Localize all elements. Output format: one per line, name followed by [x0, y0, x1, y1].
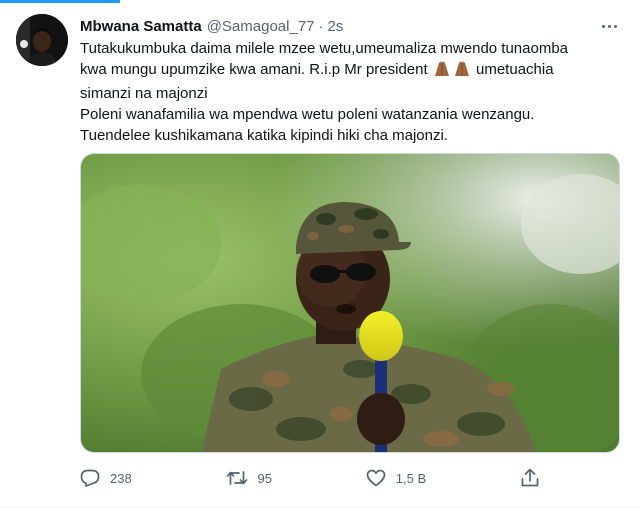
author-name[interactable]: Mbwana Samatta — [80, 18, 202, 35]
tweet-text-line: simanzi na majonzi — [80, 85, 208, 102]
tweet-text: Tutakukumbuka daima milele mzee wetu,ume… — [80, 38, 620, 146]
reply-button[interactable]: 238 — [80, 469, 132, 487]
retweet-button[interactable]: 95 — [226, 469, 272, 487]
tweet-text-segment: kwa mungu upumzike kwa amani. R.i.p Mr p… — [80, 61, 428, 78]
like-count: 1,5 B — [395, 470, 427, 486]
tweet-header: Mbwana Samatta @Samagoal_77 · 2s — [80, 15, 620, 37]
tweet-text-line: Tuendelee kushikamana katika kipindi hik… — [80, 127, 448, 144]
reply-count: 238 — [110, 470, 132, 486]
separator-dot: · — [318, 17, 324, 35]
tweet-text-line: Tutakukumbuka daima milele mzee wetu,ume… — [80, 40, 569, 57]
folded-hands-emoji — [433, 59, 471, 83]
photo-image — [81, 154, 619, 452]
retweet-icon — [226, 471, 247, 485]
retweet-count: 95 — [257, 470, 272, 486]
tweet-photo[interactable] — [80, 153, 620, 453]
author-handle[interactable]: @Samagoal_77 — [207, 18, 315, 35]
tweet-actions: 238 95 1,5 B — [80, 466, 550, 490]
tweet-text-line: Poleni wanafamilia wa mpendwa wetu polen… — [80, 106, 535, 123]
heart-icon — [366, 469, 386, 487]
tweet-text-line: kwa mungu upumzike kwa amani. R.i.p Mr p… — [80, 59, 620, 83]
tweet-card: Mbwana Samatta @Samagoal_77 · 2s Tutakuk… — [0, 0, 640, 508]
tweet-text-segment: umetuachia — [476, 61, 554, 78]
share-button[interactable] — [520, 468, 550, 488]
reply-icon — [80, 469, 100, 487]
share-icon — [521, 468, 539, 487]
tweet-timestamp[interactable]: 2s — [328, 18, 344, 35]
avatar[interactable] — [16, 14, 68, 66]
avatar-image — [16, 14, 68, 66]
more-horizontal-icon[interactable] — [598, 17, 620, 35]
like-button[interactable]: 1,5 B — [366, 469, 426, 487]
